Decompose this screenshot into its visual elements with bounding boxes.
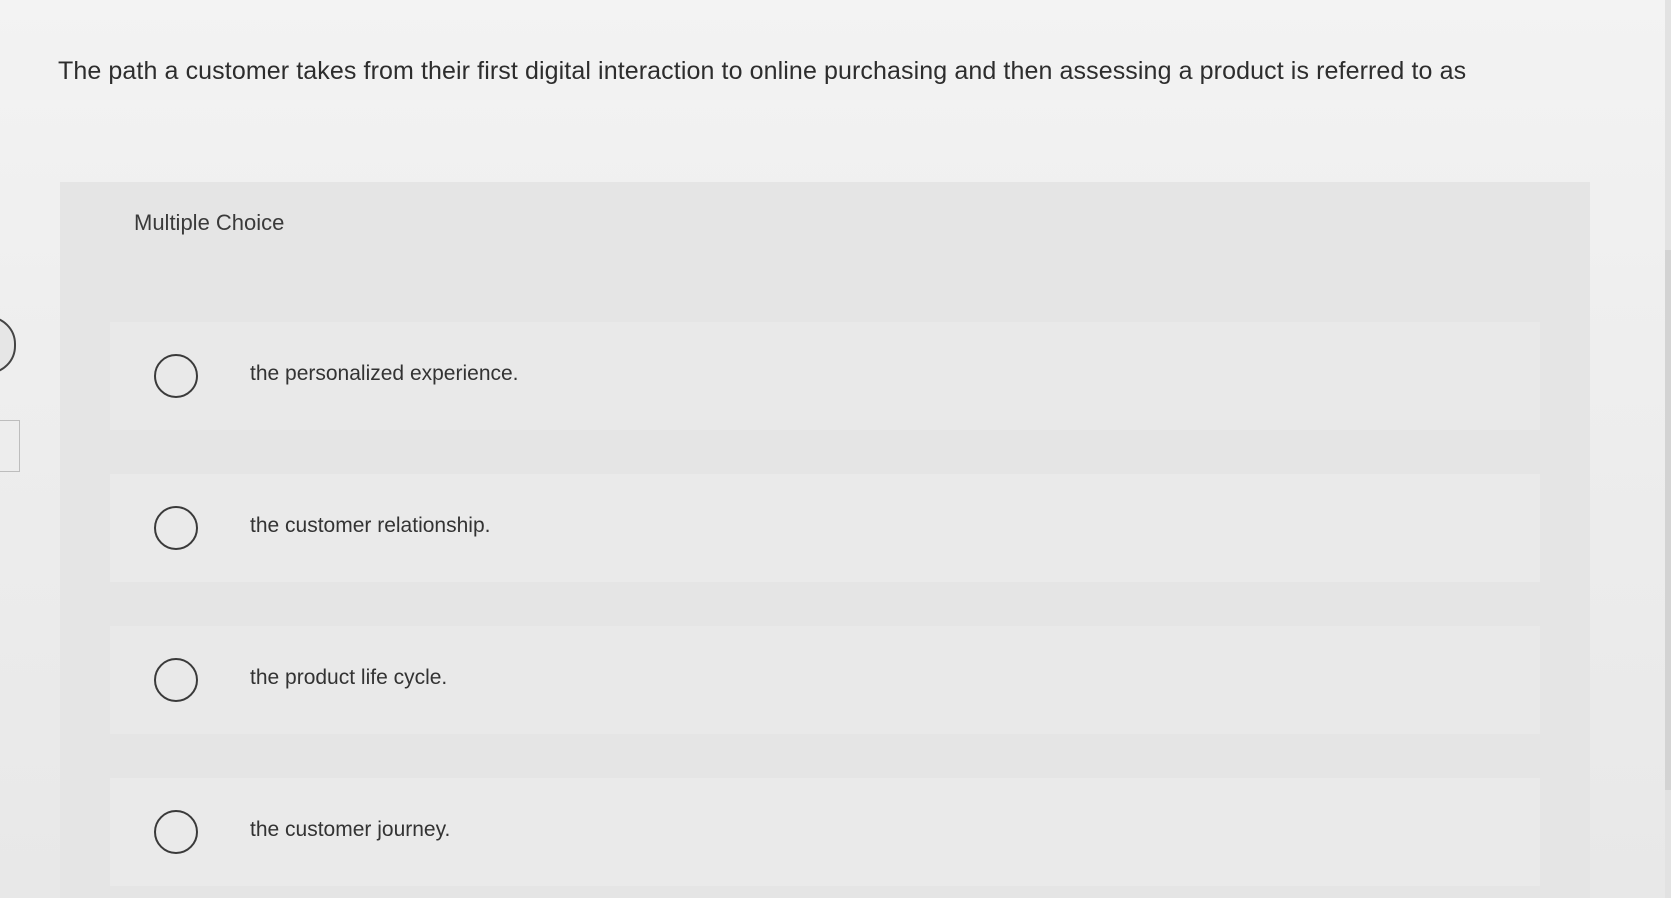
answer-option-label: the personalized experience. [250,362,519,385]
answer-option-label: the customer journey. [250,818,451,841]
answer-option-label: the product life cycle. [250,666,448,689]
quiz-page: The path a customer takes from their fir… [0,0,1671,898]
side-panel-toggle[interactable] [0,316,16,374]
question-type-label: Multiple Choice [134,210,285,235]
answer-option-label: the customer relationship. [250,514,491,537]
radio-button[interactable] [154,658,198,702]
question-prompt: The path a customer takes from their fir… [58,57,1467,85]
multiple-choice-panel: Multiple Choice the personalized experie… [60,182,1590,898]
answer-option-1[interactable]: the personalized experience. [110,322,1540,430]
answer-option-3[interactable]: the product life cycle. [110,626,1540,734]
answer-option-2[interactable]: the customer relationship. [110,474,1540,582]
radio-button[interactable] [154,354,198,398]
side-panel-edge [0,420,20,472]
answer-option-4[interactable]: the customer journey. [110,778,1540,886]
radio-button[interactable] [154,810,198,854]
radio-button[interactable] [154,506,198,550]
scrollbar-track[interactable] [1665,0,1671,898]
scrollbar-thumb[interactable] [1665,250,1671,790]
